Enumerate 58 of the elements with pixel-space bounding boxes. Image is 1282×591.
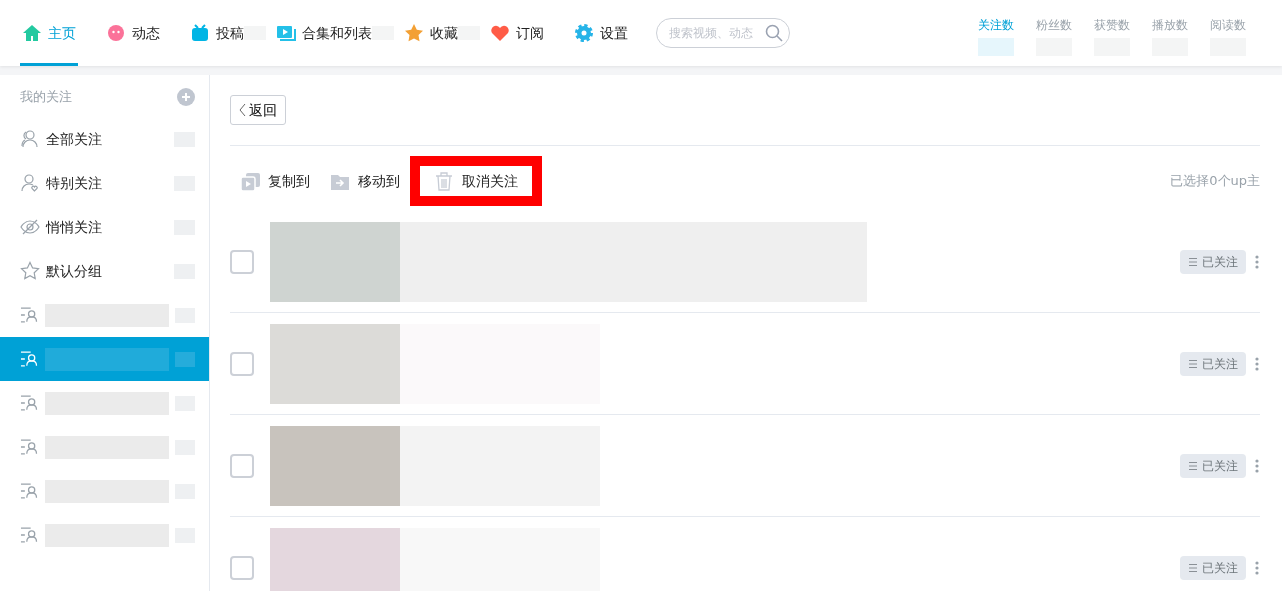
sidebar-item[interactable]: 默认分组 <box>0 249 209 293</box>
row-checkbox[interactable] <box>230 453 254 478</box>
menu-icon <box>1188 358 1198 369</box>
group-icon <box>20 305 40 325</box>
nav-tab[interactable]: 订阅 <box>488 0 546 66</box>
selection-count: 已选择0个up主 <box>1170 172 1260 191</box>
follow-status-button[interactable]: 已关注 <box>1180 249 1246 274</box>
group-icon <box>20 437 40 457</box>
nav-tab[interactable]: 设置 <box>572 0 630 66</box>
person-heart-icon <box>20 173 40 193</box>
group-icon <box>20 481 40 501</box>
nav-tab[interactable]: 合集和列表 <box>274 0 374 66</box>
group-icon <box>20 393 40 413</box>
copy-icon <box>240 171 260 191</box>
menu-icon <box>1188 256 1198 267</box>
follow-status-button[interactable]: 已关注 <box>1180 555 1246 580</box>
group-icon <box>20 349 40 369</box>
tv-icon <box>190 23 210 43</box>
redacted-count <box>978 38 1014 56</box>
add-icon[interactable] <box>177 88 195 106</box>
more-icon[interactable] <box>1254 355 1260 372</box>
sidebar-item[interactable]: 特别关注 <box>0 161 209 205</box>
star-icon <box>404 23 424 43</box>
search-icon[interactable] <box>765 24 783 42</box>
toolbar-button[interactable]: 复制到 <box>230 163 320 199</box>
more-icon[interactable] <box>1254 559 1260 576</box>
person-icon <box>20 129 40 149</box>
row-checkbox[interactable] <box>230 351 254 376</box>
redacted-count <box>174 351 195 367</box>
sidebar-item[interactable]: 全部关注 <box>0 117 209 161</box>
nav-tab[interactable]: 投稿 <box>188 0 246 66</box>
gear-icon <box>574 23 594 43</box>
nav-tab[interactable]: 收藏 <box>402 0 460 66</box>
more-icon[interactable] <box>1254 253 1260 270</box>
flower-icon <box>106 23 126 43</box>
row-checkbox[interactable] <box>230 555 254 580</box>
nav-tab[interactable]: 动态 <box>104 0 162 66</box>
search-field[interactable]: 搜索视频、动态 <box>667 23 765 43</box>
menu-icon <box>1188 460 1198 471</box>
trash-icon <box>434 171 454 191</box>
toolbar-button[interactable]: 移动到 <box>320 163 410 199</box>
more-icon[interactable] <box>1254 457 1260 474</box>
menu-icon <box>1188 562 1198 573</box>
heart-icon <box>490 23 510 43</box>
group-item[interactable] <box>0 337 209 381</box>
follow-status-button[interactable]: 已关注 <box>1180 351 1246 376</box>
section-title: 我的关注 <box>20 88 72 107</box>
follow-status-button[interactable]: 已关注 <box>1180 453 1246 478</box>
group-icon <box>20 525 40 545</box>
star-icon <box>20 261 40 281</box>
row-checkbox[interactable] <box>230 249 254 274</box>
back-icon <box>239 103 247 117</box>
sidebar-item[interactable]: 悄悄关注 <box>0 205 209 249</box>
back-button[interactable]: 返回 <box>230 95 286 125</box>
toolbar-button[interactable]: 取消关注 <box>410 156 542 206</box>
play-icon <box>276 23 296 43</box>
home-icon <box>22 23 42 43</box>
eye-hidden-icon <box>20 217 40 237</box>
